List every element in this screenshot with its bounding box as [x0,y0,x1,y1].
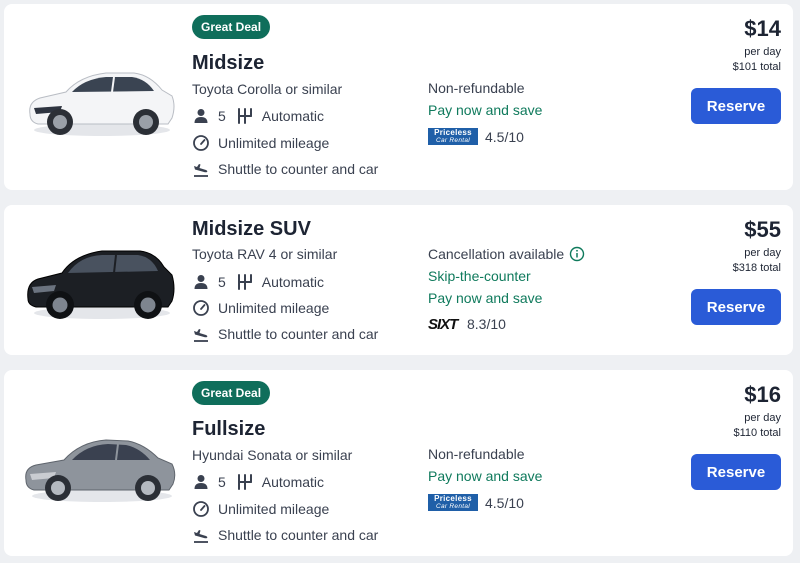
mileage-text: Unlimited mileage [218,300,330,316]
priceless-logo: Priceless Car Rental [428,494,478,511]
policy-pay-now: Pay now and save [428,468,543,484]
cancellation-text: Cancellation available [428,246,565,262]
policy-refund: Non-refundable [428,446,525,462]
reserve-button[interactable]: Reserve [691,454,781,490]
car-image-suv [27,250,175,319]
mileage-row: Unlimited mileage [192,133,329,153]
priceless-logo: Priceless Car Rental [428,128,478,145]
total-price: $318 total [732,262,781,274]
seats-transmission-row: 5 Automatic [192,472,324,492]
transmission-icon [236,273,254,291]
transmission-type: Automatic [261,274,325,290]
policy-pay-now: Pay now and save [428,290,543,306]
seat-count: 5 [218,108,226,124]
great-deal-badge: Great Deal [192,381,271,405]
per-day-label: per day [744,46,781,58]
mileage-row: Unlimited mileage [192,499,329,519]
person-icon [192,473,210,491]
seat-count: 5 [218,474,226,490]
car-category: Fullsize [192,418,266,440]
reserve-button[interactable]: Reserve [691,289,781,325]
result-card-midsize[interactable]: Great Deal Midsize Toyota Corolla or sim… [4,4,793,190]
car-model: Toyota RAV 4 or similar [192,246,338,262]
rating-score: 4.5/10 [485,494,524,511]
plane-landing-icon [192,526,210,544]
policy-skip-counter: Skip-the-counter [428,268,531,284]
vendor-rating: Priceless Car Rental 4.5/10 [428,494,524,511]
transmission-icon [236,473,254,491]
sixt-logo: SIXT [428,315,458,333]
shuttle-row: Shuttle to counter and car [192,159,378,179]
speedometer-icon [192,500,210,518]
car-model: Toyota Corolla or similar [192,81,343,97]
policy-cancellation: Cancellation available [428,246,585,262]
transmission-type: Automatic [261,108,325,124]
transmission-type: Automatic [261,474,325,490]
seats-transmission-row: 5 Automatic [192,272,324,292]
shuttle-text: Shuttle to counter and car [218,527,379,543]
shuttle-row: Shuttle to counter and car [192,324,378,344]
seat-count: 5 [218,274,226,290]
per-day-label: per day [744,247,781,259]
mileage-row: Unlimited mileage [192,298,329,318]
rating-score: 8.3/10 [467,316,506,332]
per-day-label: per day [744,412,781,424]
plane-landing-icon [192,325,210,343]
car-image-sedan [25,439,176,502]
vendor-rating: Priceless Car Rental 4.5/10 [428,128,524,145]
person-icon [192,273,210,291]
total-price: $110 total [733,427,781,439]
plane-landing-icon [192,160,210,178]
policy-pay-now: Pay now and save [428,102,543,118]
person-icon [192,107,210,125]
result-card-fullsize[interactable]: Great Deal Fullsize Hyundai Sonata or si… [4,370,793,556]
car-category: Midsize [192,52,265,74]
info-icon[interactable] [569,246,585,262]
speedometer-icon [192,134,210,152]
daily-price: $16 [744,382,781,407]
shuttle-row: Shuttle to counter and car [192,525,378,545]
vendor-rating: SIXT 8.3/10 [428,316,506,332]
rating-score: 4.5/10 [485,128,524,145]
daily-price: $55 [744,217,781,242]
mileage-text: Unlimited mileage [218,501,330,517]
reserve-button[interactable]: Reserve [691,88,781,124]
daily-price: $14 [744,16,781,41]
mileage-text: Unlimited mileage [218,135,330,151]
speedometer-icon [192,299,210,317]
shuttle-text: Shuttle to counter and car [218,161,379,177]
shuttle-text: Shuttle to counter and car [218,326,379,342]
car-model: Hyundai Sonata or similar [192,447,353,463]
result-card-midsize-suv[interactable]: Midsize SUV Toyota RAV 4 or similar 5 Au… [4,205,793,355]
car-category: Midsize SUV [192,218,311,240]
car-image-hatchback [29,72,175,136]
total-price: $101 total [732,61,781,73]
transmission-icon [236,107,254,125]
great-deal-badge: Great Deal [192,15,271,39]
seats-transmission-row: 5 Automatic [192,106,324,126]
policy-refund: Non-refundable [428,80,525,96]
